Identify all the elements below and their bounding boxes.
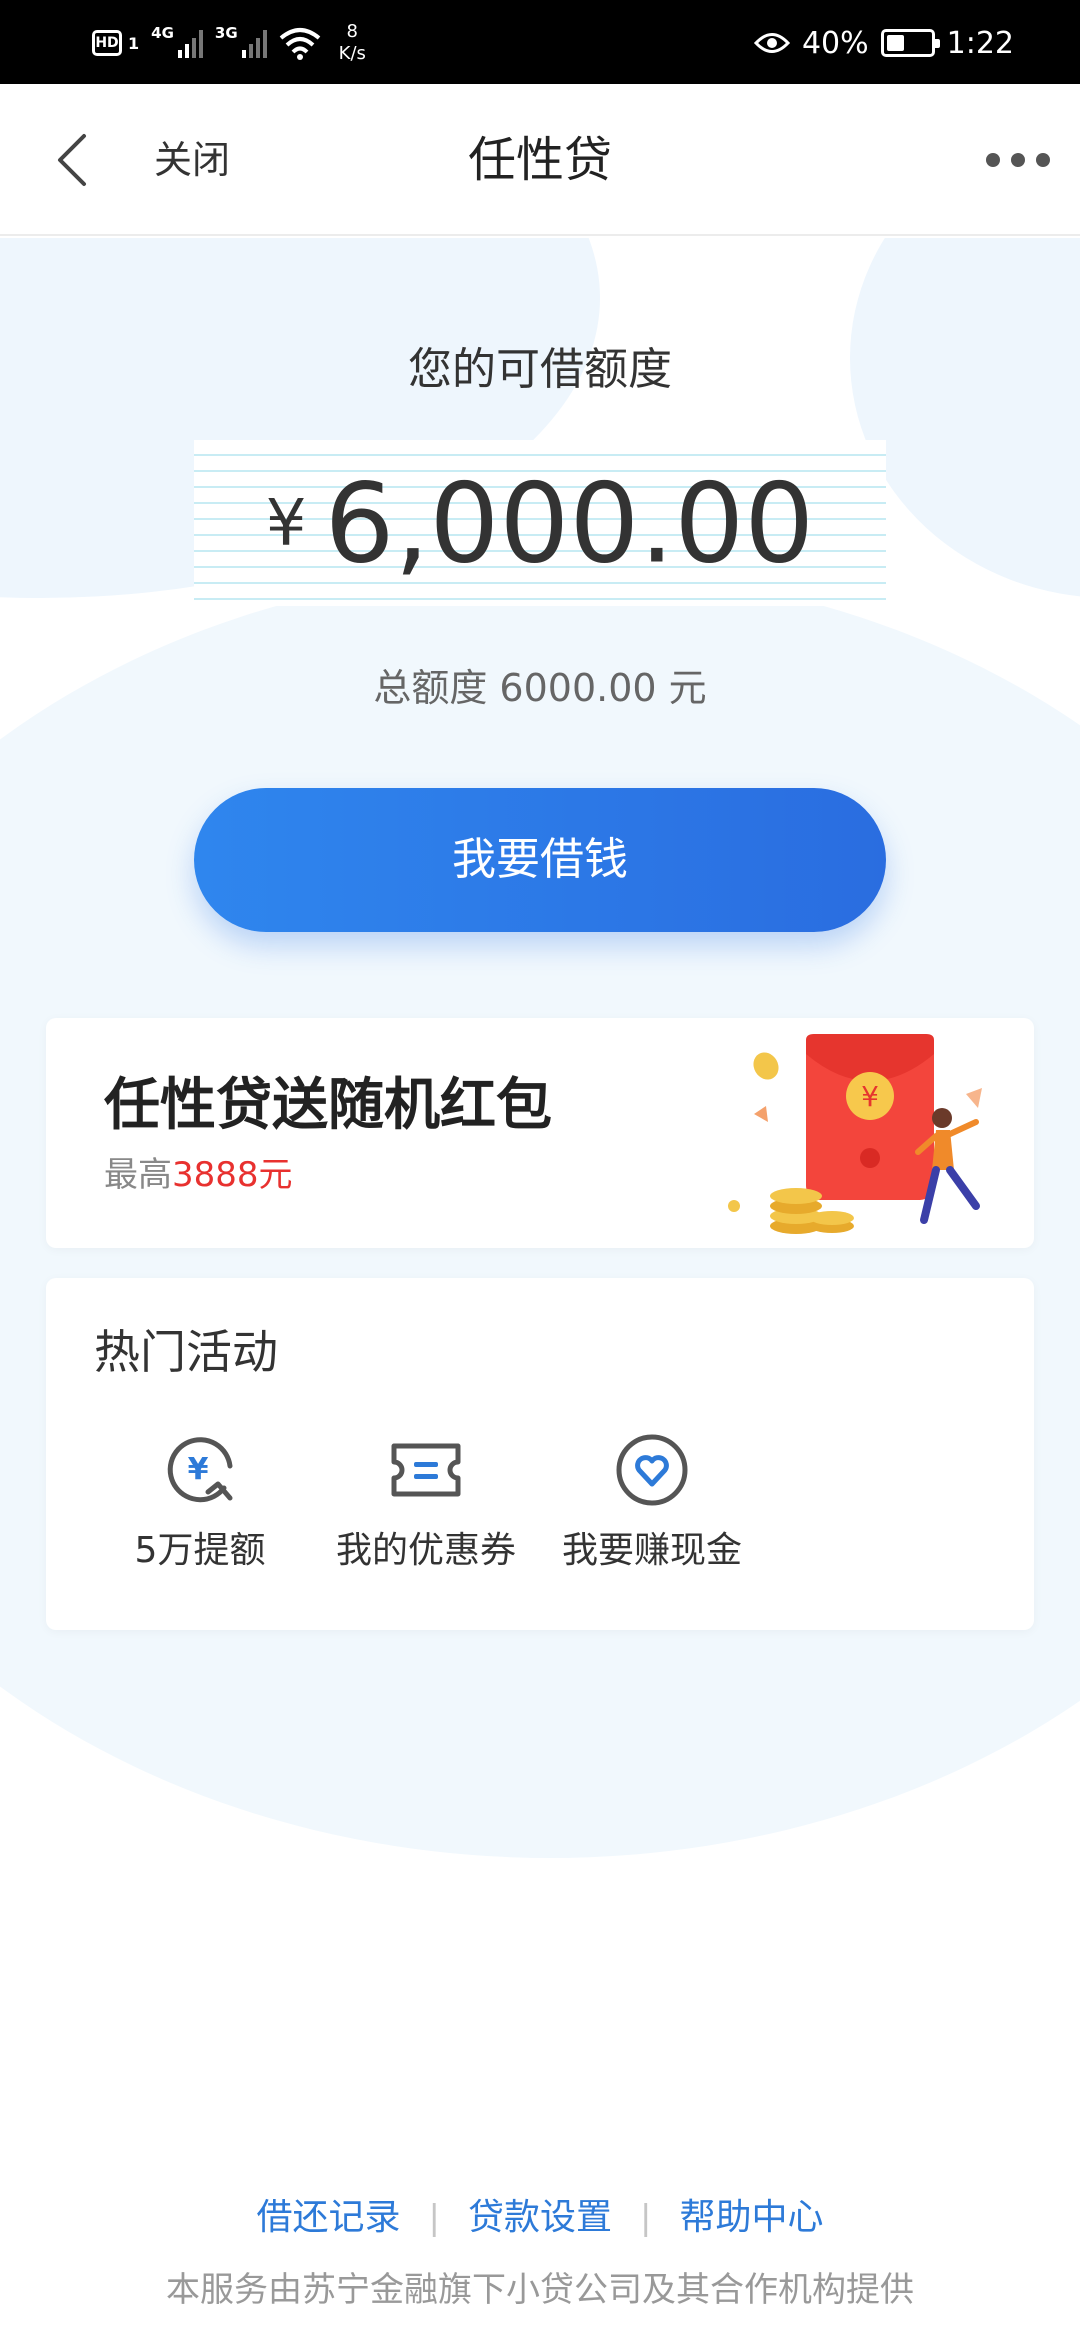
network-type-2: 3G — [214, 24, 238, 42]
more-options-icon[interactable] — [986, 148, 1050, 172]
network-type-1: 4G — [151, 24, 174, 42]
promo-banner[interactable]: 任性贷送随机红包 最高3888元 ¥ — [46, 1018, 1034, 1248]
activity-my-coupons[interactable]: 我的优惠券 — [316, 1430, 536, 1590]
total-quota: 总额度 6000.00 元 — [373, 666, 707, 710]
promo-sub-prefix: 最高 — [104, 1155, 172, 1195]
sim-number: 1 — [128, 33, 140, 53]
signal-1-icon — [177, 28, 203, 58]
coupon-icon — [391, 1443, 461, 1497]
status-bar: HD 1 4G 3G 8 K/s 40% 1:22 — [0, 0, 1080, 84]
activity-earn-cash[interactable]: 我要赚现金 — [542, 1430, 762, 1590]
nav-bar: 关闭 任性贷 — [0, 84, 1080, 236]
hot-activities-card: 热门活动 ¥ 5万提额 我的优惠券 我要赚现金 — [46, 1278, 1034, 1630]
page-title: 任性贷 — [467, 132, 612, 188]
footer-disclaimer: 本服务由苏宁金融旗下小贷公司及其合作机构提供 — [166, 2270, 914, 2310]
eye-comfort-icon — [753, 33, 790, 53]
promo-title: 任性贷送随机红包 — [104, 1073, 552, 1138]
status-left: HD 1 4G 3G 8 K/s — [92, 18, 366, 68]
net-speed-unit: K/s — [338, 43, 366, 64]
wifi-icon — [279, 28, 320, 60]
red-envelope-illustration: ¥ — [728, 1034, 982, 1234]
signal-2-icon — [241, 28, 267, 58]
hd-badge: HD — [92, 30, 122, 56]
hot-activities-title: 热门活动 — [94, 1325, 278, 1379]
clock: 1:22 — [946, 25, 1014, 61]
divider: | — [640, 2198, 652, 2238]
link-loan-settings[interactable]: 贷款设置 — [468, 2190, 612, 2246]
svg-text:¥: ¥ — [188, 1452, 209, 1487]
battery-percent: 40% — [801, 25, 869, 61]
net-speed-value: 8 — [346, 21, 358, 42]
promo-sub-amount: 3888元 — [172, 1155, 293, 1195]
quota-label: 您的可借额度 — [408, 344, 672, 395]
quota-amount: ¥6,000.00 — [194, 458, 886, 589]
battery-icon — [880, 29, 940, 57]
svg-text:¥: ¥ — [861, 1080, 879, 1113]
yen-raise-icon: ¥ — [167, 1437, 233, 1503]
status-right: 40% 1:22 — [753, 18, 1014, 68]
currency-symbol: ¥ — [265, 486, 307, 561]
divider: | — [428, 2198, 440, 2238]
battery-fill — [886, 35, 904, 51]
footer-links: 借还记录 | 贷款设置 | 帮助中心 — [0, 2190, 1080, 2246]
promo-subtitle: 最高3888元 — [104, 1150, 293, 1200]
heart-circle-icon — [616, 1434, 688, 1506]
activity-quota-raise[interactable]: ¥ 5万提额 — [90, 1430, 310, 1590]
amount-value: 6,000.00 — [324, 459, 815, 588]
link-help-center[interactable]: 帮助中心 — [679, 2190, 823, 2246]
net-speed: 8 K/s — [339, 21, 366, 65]
activity-label: 5万提额 — [134, 1530, 266, 1571]
activity-label: 我的优惠券 — [335, 1530, 516, 1571]
borrow-button[interactable]: 我要借钱 — [194, 788, 886, 932]
link-loan-records[interactable]: 借还记录 — [257, 2190, 401, 2246]
activity-label: 我要赚现金 — [561, 1530, 742, 1571]
